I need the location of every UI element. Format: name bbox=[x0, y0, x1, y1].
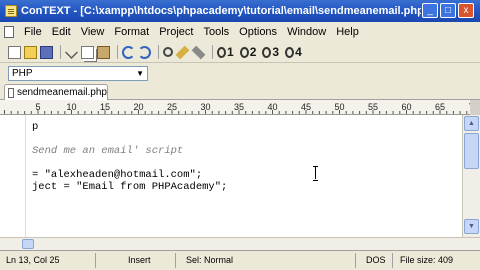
quick-button-2[interactable]: 2 bbox=[239, 45, 257, 59]
cut-icon[interactable] bbox=[65, 45, 78, 59]
status-divider bbox=[175, 253, 176, 268]
line-gutter bbox=[0, 115, 26, 237]
toolbar-separator bbox=[117, 45, 118, 59]
magnifier-icon bbox=[285, 46, 295, 58]
status-divider bbox=[355, 253, 356, 268]
scroll-down-icon[interactable]: ▼ bbox=[464, 219, 479, 234]
status-position: Ln 13, Col 25 bbox=[6, 255, 60, 265]
ruler-label: 50 bbox=[334, 102, 344, 112]
document-icon bbox=[8, 87, 14, 98]
tab-sendmeanemail[interactable]: sendmeanemail.php bbox=[4, 84, 108, 100]
vertical-scrollbar[interactable]: ▲ ▼ bbox=[462, 115, 480, 237]
ruler-label: 20 bbox=[133, 102, 143, 112]
menu-bar: File Edit View Format Project Tools Opti… bbox=[0, 22, 480, 42]
highlighter-row: PHP ▼ bbox=[0, 62, 480, 83]
paste-icon[interactable] bbox=[97, 45, 110, 59]
status-format: DOS bbox=[366, 255, 386, 265]
status-selection: Sel: Normal bbox=[186, 255, 234, 265]
maximize-button[interactable]: □ bbox=[440, 3, 456, 18]
text-cursor-icon bbox=[313, 166, 319, 181]
pencil-icon[interactable] bbox=[175, 45, 190, 59]
code-line: p bbox=[32, 121, 39, 133]
quick-button-4[interactable]: 4 bbox=[285, 45, 302, 59]
ruler-label: 15 bbox=[100, 102, 110, 112]
magnifier-icon bbox=[262, 46, 272, 58]
toolbar-separator bbox=[212, 45, 213, 59]
ruler-label: 10 bbox=[66, 102, 76, 112]
code-line: = "alexheaden@hotmail.com"; bbox=[32, 169, 203, 181]
menu-window[interactable]: Window bbox=[282, 26, 331, 38]
minimize-button[interactable]: _ bbox=[422, 3, 438, 18]
ruler-label: 60 bbox=[401, 102, 411, 112]
status-divider bbox=[392, 253, 393, 268]
toolbar-separator bbox=[60, 45, 61, 59]
title-bar: ConTEXT - [C:\xampp\htdocs\phpacademy\tu… bbox=[0, 0, 480, 22]
highlighter-value: PHP bbox=[12, 68, 33, 79]
ruler-label: 70 bbox=[468, 102, 470, 112]
tab-bar: sendmeanemail.php bbox=[0, 83, 480, 100]
magnifier-icon bbox=[239, 46, 249, 58]
toolbar: 1 2 3 4 bbox=[0, 42, 480, 62]
status-mode: Insert bbox=[128, 255, 151, 265]
toolbar-separator bbox=[158, 45, 159, 59]
horizontal-scroll-thumb[interactable] bbox=[22, 239, 34, 249]
vertical-scroll-thumb[interactable] bbox=[464, 133, 479, 169]
menu-view[interactable]: View bbox=[76, 26, 110, 38]
status-filesize: File size: 409 bbox=[400, 255, 454, 265]
menu-file[interactable]: File bbox=[19, 26, 47, 38]
quick-button-1[interactable]: 1 bbox=[217, 45, 234, 59]
menu-format[interactable]: Format bbox=[109, 26, 154, 38]
code-line: ject = "Email from PHPAcademy"; bbox=[32, 181, 228, 193]
scroll-up-icon[interactable]: ▲ bbox=[464, 116, 479, 131]
ruler-ticks: 5 10 15 20 25 30 35 40 45 50 55 60 65 70 bbox=[4, 102, 479, 114]
window-title: ConTEXT - [C:\xampp\htdocs\phpacademy\tu… bbox=[21, 5, 421, 17]
new-file-icon[interactable] bbox=[8, 45, 21, 59]
menu-edit[interactable]: Edit bbox=[47, 26, 76, 38]
quick-button-4-label: 4 bbox=[295, 45, 302, 59]
quick-button-2-label: 2 bbox=[249, 45, 257, 59]
quick-button-3[interactable]: 3 bbox=[262, 45, 279, 59]
find-icon[interactable] bbox=[163, 47, 173, 57]
undo-icon[interactable] bbox=[122, 45, 135, 59]
menu-options[interactable]: Options bbox=[234, 26, 282, 38]
ruler-label: 30 bbox=[200, 102, 210, 112]
save-icon[interactable] bbox=[40, 45, 53, 59]
close-button[interactable]: x bbox=[458, 3, 474, 18]
ruler-label: 45 bbox=[301, 102, 311, 112]
document-menu-icon[interactable] bbox=[4, 26, 14, 38]
ruler-label: 65 bbox=[435, 102, 445, 112]
horizontal-scrollbar[interactable] bbox=[0, 237, 480, 250]
quick-button-3-label: 3 bbox=[272, 45, 280, 59]
app-icon bbox=[5, 5, 17, 17]
menu-tools[interactable]: Tools bbox=[198, 26, 234, 38]
status-bar: Ln 13, Col 25 Insert Sel: Normal DOS Fil… bbox=[0, 250, 480, 270]
ruler-label: 55 bbox=[368, 102, 378, 112]
tool-icon[interactable] bbox=[191, 45, 206, 59]
ruler-label: 35 bbox=[234, 102, 244, 112]
menu-help[interactable]: Help bbox=[331, 26, 364, 38]
status-divider bbox=[95, 253, 96, 268]
tab-label: sendmeanemail.php bbox=[16, 87, 107, 98]
quick-button-1-label: 1 bbox=[227, 45, 234, 59]
chevron-down-icon: ▼ bbox=[136, 69, 144, 78]
ruler-label: 25 bbox=[167, 102, 177, 112]
ruler: 5 10 15 20 25 30 35 40 45 50 55 60 65 70 bbox=[0, 100, 479, 115]
magnifier-icon bbox=[217, 46, 226, 58]
ruler-label: 5 bbox=[35, 102, 40, 112]
highlighter-select[interactable]: PHP ▼ bbox=[8, 66, 148, 81]
open-file-icon[interactable] bbox=[24, 45, 37, 59]
code-line: Send me an email' script bbox=[32, 145, 184, 157]
menu-project[interactable]: Project bbox=[154, 26, 198, 38]
code-editor[interactable]: p Send me an email' script = "alexheaden… bbox=[0, 115, 462, 237]
redo-icon[interactable] bbox=[138, 45, 151, 59]
copy-icon[interactable] bbox=[81, 45, 94, 59]
ruler-label: 40 bbox=[267, 102, 277, 112]
